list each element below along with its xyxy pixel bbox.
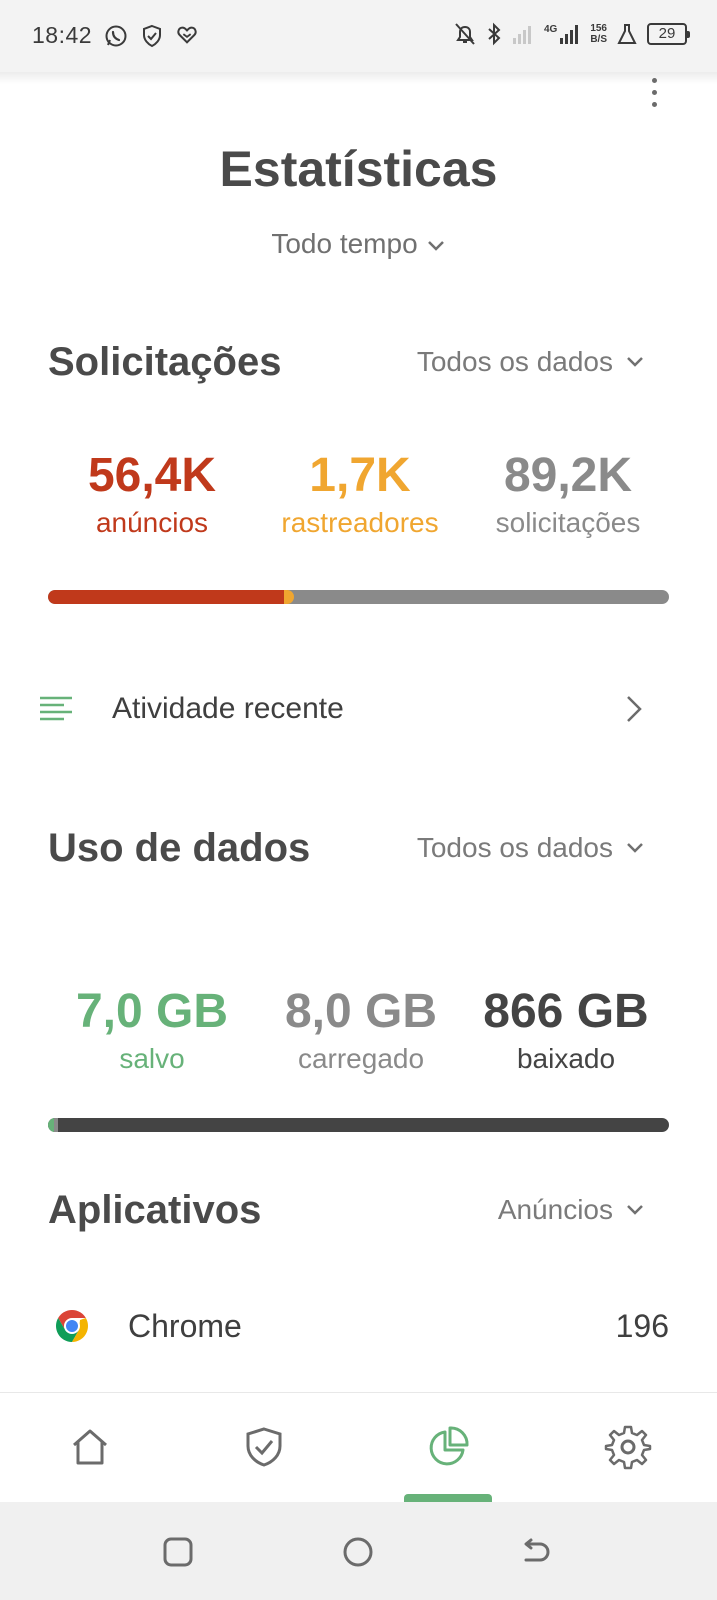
bluetooth-icon	[486, 22, 502, 46]
chevron-down-icon	[627, 1205, 643, 1215]
back-icon[interactable]	[520, 1536, 552, 1568]
apps-filter[interactable]: Anúncios	[498, 1194, 645, 1226]
list-item[interactable]: Chrome 196	[0, 1296, 717, 1360]
recents-icon[interactable]	[162, 1536, 194, 1568]
requests-section-title: Solicitações	[48, 340, 282, 384]
header-shadow	[0, 72, 717, 84]
ads-bar-segment	[48, 590, 288, 604]
downloaded-label: baixado	[516, 1043, 616, 1074]
recent-activity-row[interactable]: Atividade recente	[0, 670, 717, 750]
requests-filter[interactable]: Todos os dados	[417, 346, 645, 378]
period-selector[interactable]: Todo tempo	[0, 228, 717, 260]
chevron-down-icon	[627, 357, 643, 367]
list-lines-icon	[40, 696, 72, 721]
ads-label: anúncios	[95, 507, 209, 538]
requests-progress-bar	[48, 590, 669, 604]
apps-section-title: Aplicativos	[48, 1188, 262, 1232]
data-usage-filter[interactable]: Todos os dados	[417, 832, 645, 864]
chevron-right-icon	[627, 696, 642, 722]
apps-filter-label: Anúncios	[497, 1194, 613, 1225]
svg-text:4G: 4G	[544, 24, 558, 35]
home-circle-icon[interactable]	[342, 1536, 374, 1568]
lab-flask-icon	[617, 23, 637, 45]
network-speed-unit: B/S	[590, 34, 607, 45]
trackers-label: rastreadores	[281, 507, 439, 538]
trackers-stat: 1,7K rastreadores	[255, 448, 465, 539]
home-icon[interactable]	[66, 1423, 114, 1471]
app-name: Chrome	[128, 1308, 242, 1344]
statistics-icon[interactable]	[424, 1423, 472, 1471]
shield-check-icon	[140, 24, 164, 48]
uploaded-stat: 8,0 GB carregado	[258, 984, 464, 1075]
ads-count: 56,4K	[87, 449, 217, 502]
uploaded-bar-segment	[54, 1118, 58, 1132]
requests-total-count: 89,2K	[503, 449, 633, 502]
active-tab-indicator	[404, 1494, 492, 1502]
ads-stat: 56,4K anúncios	[52, 448, 252, 539]
requests-total-label: solicitações	[495, 507, 641, 538]
shield-icon[interactable]	[240, 1423, 288, 1471]
heart-shield-icon	[176, 24, 198, 48]
data-usage-progress-bar	[48, 1118, 669, 1132]
requests-total-stat: 89,2K solicitações	[468, 448, 668, 539]
chevron-down-icon	[427, 240, 444, 251]
trackers-count: 1,7K	[309, 449, 411, 502]
battery-indicator: 29	[647, 23, 690, 45]
downloaded-amount: 866 GB	[483, 985, 649, 1038]
uploaded-label: carregado	[297, 1043, 425, 1074]
status-bar: 18:42 4G 156 B/S 29	[0, 0, 717, 72]
trackers-bar-segment	[284, 590, 294, 604]
signal-weak-icon	[512, 23, 534, 45]
downloaded-stat: 866 GB baixado	[466, 984, 666, 1075]
bottom-navigation	[0, 1392, 717, 1502]
more-options-icon[interactable]	[645, 78, 665, 110]
network-speed-value: 156	[590, 23, 607, 34]
network-speed: 156 B/S	[590, 23, 607, 45]
data-usage-filter-label: Todos os dados	[416, 832, 613, 863]
status-time: 18:42	[32, 22, 93, 48]
requests-filter-label: Todos os dados	[416, 346, 613, 377]
bell-off-icon	[454, 22, 476, 46]
chevron-down-icon	[627, 843, 643, 853]
data-usage-section-title: Uso de dados	[48, 826, 311, 870]
saved-amount: 7,0 GB	[75, 985, 229, 1038]
saved-label: salvo	[119, 1043, 185, 1074]
saved-stat: 7,0 GB salvo	[52, 984, 252, 1075]
system-navigation-bar	[0, 1502, 717, 1600]
signal-4g-icon: 4G	[544, 22, 580, 46]
page-title: Estatísticas	[219, 141, 498, 197]
whatsapp-icon	[104, 24, 128, 48]
period-selector-label: Todo tempo	[271, 228, 418, 259]
uploaded-amount: 8,0 GB	[284, 985, 438, 1038]
chrome-icon	[55, 1310, 89, 1342]
recent-activity-label: Atividade recente	[112, 692, 344, 725]
settings-icon[interactable]	[604, 1423, 652, 1471]
app-count: 196	[615, 1308, 669, 1344]
